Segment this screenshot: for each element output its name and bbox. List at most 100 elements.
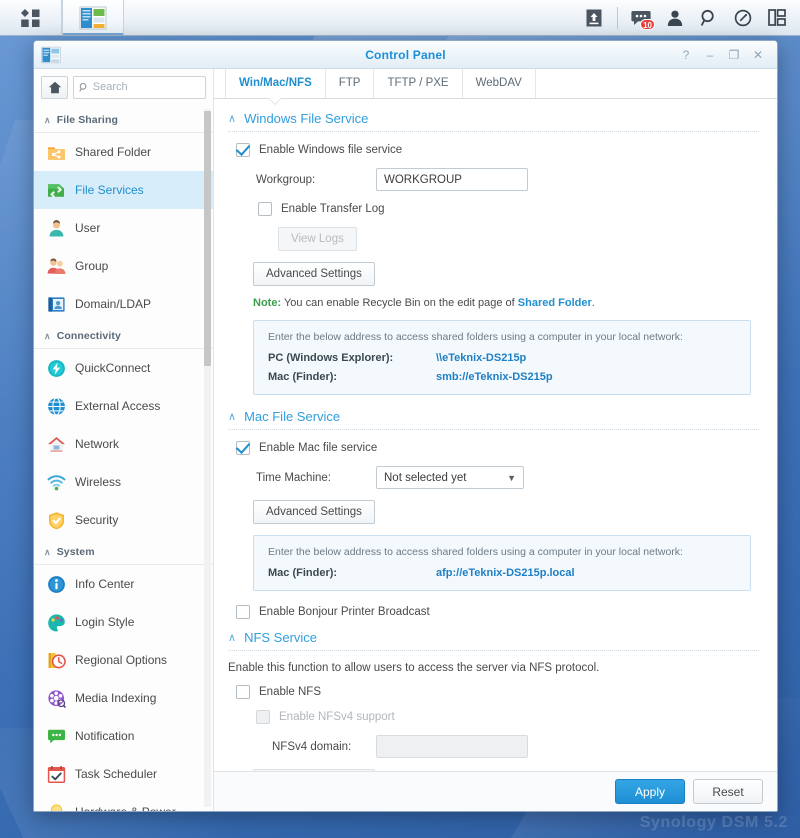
section-title: NFS Service	[244, 630, 318, 645]
media-indexing-icon	[47, 689, 66, 708]
sidebar-item-label: Security	[75, 513, 119, 527]
mac-afp-address-value[interactable]: afp://eTeknix-DS215p.local	[436, 567, 575, 579]
sidebar-item-quickconnect[interactable]: QuickConnect	[34, 349, 213, 387]
section-header-mac-file-service[interactable]: ∧ Mac File Service	[228, 409, 759, 429]
mac-address-infobox: Enter the below address to access shared…	[253, 535, 751, 591]
section-header-nfs-service[interactable]: ∧ NFS Service	[228, 630, 759, 650]
time-machine-select[interactable]: Not selected yet ▼	[376, 466, 524, 489]
enable-mac-file-service-row: Enable Mac file service	[236, 441, 759, 455]
section-divider	[228, 429, 759, 430]
sidebar-search-box[interactable]	[73, 75, 206, 99]
windows-advanced-settings-button[interactable]: Advanced Settings	[253, 262, 375, 286]
home-icon	[48, 81, 61, 93]
sidebar-item-info-center[interactable]: Info Center	[34, 565, 213, 603]
tab-win-mac-nfs[interactable]: Win/Mac/NFS	[225, 69, 326, 98]
sidebar-item-file-services[interactable]: File Services	[34, 171, 213, 209]
section-title: Mac File Service	[244, 409, 341, 424]
widgets-button[interactable]	[760, 0, 794, 36]
apply-button[interactable]: Apply	[615, 779, 685, 804]
sidebar-home-button[interactable]	[41, 75, 68, 99]
sidebar-search-input[interactable]	[92, 81, 200, 93]
sidebar-item-label: External Access	[75, 399, 161, 413]
sidebar-item-user[interactable]: User	[34, 209, 213, 247]
windows-infobox-hint: Enter the below address to access shared…	[268, 331, 683, 343]
enable-mac-file-service-checkbox[interactable]	[236, 441, 250, 455]
sidebar-item-label: File Services	[75, 183, 144, 197]
regional-options-icon	[47, 651, 66, 670]
user-options-button[interactable]	[658, 0, 692, 36]
chevron-up-icon: ∧	[228, 411, 237, 423]
mac-smb-address-value[interactable]: smb://eTeknix-DS215p	[436, 371, 553, 383]
widgets-icon	[768, 9, 786, 26]
enable-windows-file-service-row: Enable Windows file service	[236, 143, 759, 157]
hardware-power-icon	[47, 803, 66, 811]
sidebar: ∧ File Sharing Shared Folder File Services U…	[34, 69, 214, 811]
windows-advanced-row: Advanced Settings	[253, 262, 759, 286]
person-icon	[667, 10, 683, 26]
notifications-button[interactable]: 10	[624, 0, 658, 36]
upload-queue-button[interactable]	[577, 0, 611, 36]
magnifier-icon	[79, 82, 87, 92]
sidebar-item-group[interactable]: Group	[34, 247, 213, 285]
notification-icon	[47, 727, 66, 746]
sidebar-item-shared-folder[interactable]: Shared Folder	[34, 133, 213, 171]
window-titlebar[interactable]: Control Panel ? – ❐ ✕	[34, 41, 777, 69]
sidebar-item-label: Regional Options	[75, 653, 168, 667]
note-text: You can enable Recycle Bin on the edit p…	[281, 297, 518, 309]
tab-tftp-pxe[interactable]: TFTP / PXE	[374, 69, 463, 98]
resource-monitor-button[interactable]	[726, 0, 760, 36]
sidebar-item-wireless[interactable]: Wireless	[34, 463, 213, 501]
enable-transfer-log-checkbox[interactable]	[258, 202, 272, 216]
help-button[interactable]: ?	[675, 45, 697, 65]
pc-address-value[interactable]: \\eTeknix-DS215p	[436, 352, 526, 364]
sidebar-item-network[interactable]: Network	[34, 425, 213, 463]
maximize-button[interactable]: ❐	[723, 45, 745, 65]
sidebar-scrollbar-thumb[interactable]	[204, 111, 211, 366]
nfsv4-domain-input[interactable]	[376, 735, 528, 758]
shared-folder-link[interactable]: Shared Folder	[518, 297, 592, 309]
enable-nfsv4-support-checkbox[interactable]	[256, 710, 270, 724]
enable-nfs-checkbox[interactable]	[236, 685, 250, 699]
section-header-windows-file-service[interactable]: ∧ Windows File Service	[228, 111, 759, 131]
sidebar-item-media-indexing[interactable]: Media Indexing	[34, 679, 213, 717]
sidebar-item-domain-ldap[interactable]: Domain/LDAP	[34, 285, 213, 323]
sidebar-item-external-access[interactable]: External Access	[34, 387, 213, 425]
sidebar-item-label: Hardware & Power	[75, 805, 176, 811]
mac-smb-address-label: Mac (Finder):	[268, 371, 338, 383]
sidebar-item-regional-options[interactable]: Regional Options	[34, 641, 213, 679]
sidebar-group-system[interactable]: ∧ System	[34, 539, 213, 564]
minimize-button[interactable]: –	[699, 45, 721, 65]
sidebar-item-login-style[interactable]: Login Style	[34, 603, 213, 641]
windows-note: Note: You can enable Recycle Bin on the …	[253, 297, 595, 309]
tab-webdav[interactable]: WebDAV	[463, 69, 536, 98]
sidebar-item-task-scheduler[interactable]: Task Scheduler	[34, 755, 213, 793]
enable-windows-file-service-checkbox[interactable]	[236, 143, 250, 157]
login-style-icon	[47, 613, 66, 632]
taskbar-control-panel-button[interactable]	[62, 0, 124, 35]
taskbar-search-button[interactable]	[692, 0, 726, 36]
enable-bonjour-printer-broadcast-checkbox[interactable]	[236, 605, 250, 619]
grid-menu-icon	[20, 8, 39, 27]
chevron-up-icon: ∧	[44, 330, 51, 341]
sidebar-list: ∧ File Sharing Shared Folder File Services U…	[34, 107, 213, 811]
nfs-description: Enable this function to allow users to a…	[228, 662, 600, 674]
workgroup-input[interactable]	[376, 168, 528, 191]
view-logs-button[interactable]: View Logs	[278, 227, 357, 251]
settings-content: ∧ Windows File Service Enable Windows fi…	[214, 99, 777, 771]
nfs-advanced-settings-button[interactable]: Advanced Settings	[253, 769, 375, 771]
sidebar-item-label: User	[75, 221, 101, 235]
sidebar-group-file-sharing[interactable]: ∧ File Sharing	[34, 107, 213, 132]
notification-badge: 10	[640, 18, 655, 30]
tab-ftp[interactable]: FTP	[326, 69, 375, 98]
sidebar-item-security[interactable]: Security	[34, 501, 213, 539]
sidebar-group-connectivity[interactable]: ∧ Connectivity	[34, 323, 213, 348]
taskbar-main-menu-button[interactable]	[0, 0, 62, 35]
sidebar-item-notification[interactable]: Notification	[34, 717, 213, 755]
sidebar-item-label: Task Scheduler	[75, 767, 158, 781]
window-title: Control Panel	[365, 47, 446, 62]
reset-button[interactable]: Reset	[693, 779, 763, 804]
mac-advanced-settings-button[interactable]: Advanced Settings	[253, 500, 375, 524]
close-button[interactable]: ✕	[747, 45, 769, 65]
magnifier-icon	[700, 9, 714, 26]
sidebar-item-hardware-power[interactable]: Hardware & Power	[34, 793, 213, 811]
